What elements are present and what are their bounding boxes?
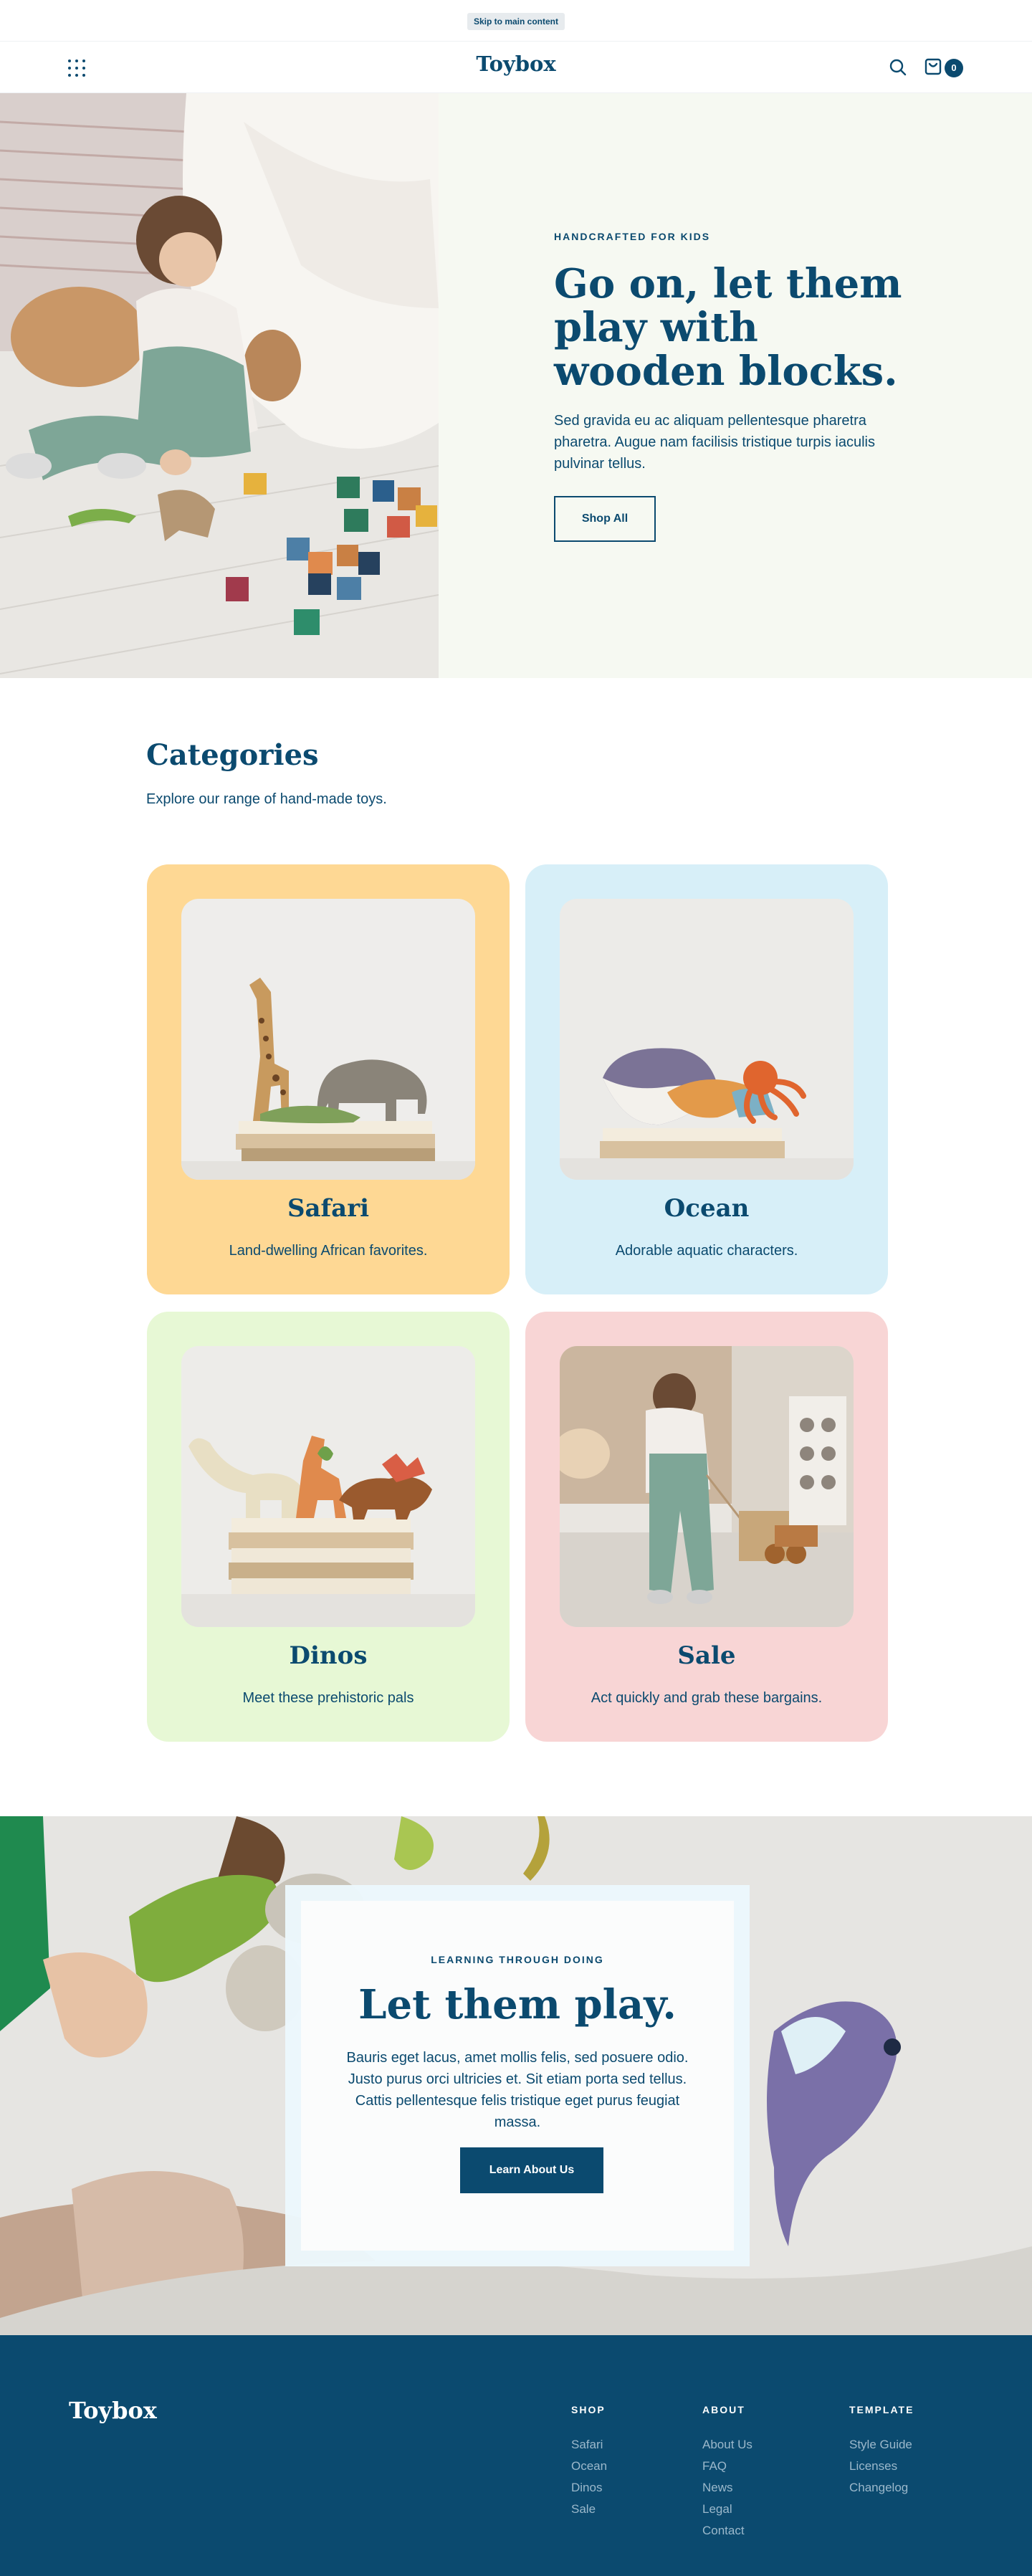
hero-title: Go on, let them play with wooden blocks. <box>554 260 902 395</box>
footer-column-title: SHOP <box>571 2404 606 2415</box>
category-title-sale: Sale <box>677 1641 736 1670</box>
learn-about-us-button[interactable]: Learn About Us <box>460 2147 603 2193</box>
footer-column-title: TEMPLATE <box>849 2404 914 2415</box>
category-title-safari: Safari <box>287 1194 370 1223</box>
site-logo[interactable]: Toybox <box>444 52 588 76</box>
categories-subtitle: Explore our range of hand-made toys. <box>146 791 387 807</box>
cart-count-badge[interactable]: 0 <box>945 59 963 77</box>
footer-column-title: ABOUT <box>702 2404 745 2415</box>
category-title-dinos: Dinos <box>289 1641 368 1670</box>
footer-column-template: TEMPLATE Style Guide Licenses Changelog <box>849 2404 914 2499</box>
footer-link-news[interactable]: News <box>702 2477 752 2499</box>
hero-description: Sed gravida eu ac aliquam pellentesque p… <box>554 413 875 472</box>
footer-logo[interactable]: Toybox <box>69 2397 157 2424</box>
footer-link-sale[interactable]: Sale <box>571 2499 607 2520</box>
footer-link-licenses[interactable]: Licenses <box>849 2456 914 2477</box>
footer-column-shop: SHOP Safari Ocean Dinos Sale <box>571 2404 607 2520</box>
category-title-ocean: Ocean <box>664 1194 750 1223</box>
footer-link-contact[interactable]: Contact <box>702 2520 752 2542</box>
category-image-sale <box>560 1346 854 1627</box>
category-card-sale[interactable]: Sale Act quickly and grab these bargains… <box>525 1312 888 1742</box>
promo-card: LEARNING THROUGH DOING Let them play. Ba… <box>285 1885 750 2266</box>
promo-card-inner: LEARNING THROUGH DOING Let them play. Ba… <box>301 1901 734 2251</box>
footer-link-safari[interactable]: Safari <box>571 2434 607 2456</box>
search-icon[interactable] <box>889 58 907 77</box>
category-desc-ocean: Adorable aquatic characters. <box>615 1243 798 1259</box>
category-desc-dinos: Meet these prehistoric pals <box>242 1690 414 1706</box>
category-image-ocean <box>560 899 854 1180</box>
category-desc-safari: Land-dwelling African favorites. <box>229 1243 428 1259</box>
category-card-dinos[interactable]: Dinos Meet these prehistoric pals <box>147 1312 510 1742</box>
footer-link-changelog[interactable]: Changelog <box>849 2477 914 2499</box>
skip-bar: Skip to main content <box>0 0 1032 42</box>
footer-link-faq[interactable]: FAQ <box>702 2456 752 2477</box>
categories-title: Categories <box>146 738 319 772</box>
footer-link-ocean[interactable]: Ocean <box>571 2456 607 2477</box>
shopping-bag-icon[interactable] <box>923 57 943 77</box>
footer-link-dinos[interactable]: Dinos <box>571 2477 607 2499</box>
grid-menu-icon[interactable] <box>67 59 86 77</box>
category-image-dinos <box>181 1346 475 1627</box>
category-card-ocean[interactable]: Ocean Adorable aquatic characters. <box>525 864 888 1294</box>
category-image-safari <box>181 899 475 1180</box>
category-card-safari[interactable]: Safari Land-dwelling African favorites. <box>147 864 510 1294</box>
promo-section: LEARNING THROUGH DOING Let them play. Ba… <box>0 1816 1032 2335</box>
promo-eyebrow: LEARNING THROUGH DOING <box>431 1954 604 1965</box>
site-header: Toybox 0 <box>0 42 1032 93</box>
hero-section: HANDCRAFTED FOR KIDS Go on, let them pla… <box>0 93 1032 678</box>
footer-link-legal[interactable]: Legal <box>702 2499 752 2520</box>
promo-title: Let them play. <box>358 1981 677 2028</box>
category-desc-sale: Act quickly and grab these bargains. <box>591 1690 823 1706</box>
promo-description: Bauris eget lacus, amet mollis felis, se… <box>346 2050 689 2130</box>
footer-column-about: ABOUT About Us FAQ News Legal Contact <box>702 2404 752 2542</box>
footer-link-style-guide[interactable]: Style Guide <box>849 2434 914 2456</box>
footer-link-about-us[interactable]: About Us <box>702 2434 752 2456</box>
skip-to-content-link[interactable]: Skip to main content <box>467 13 565 30</box>
shop-all-button[interactable]: Shop All <box>554 496 656 542</box>
site-footer: Toybox SHOP Safari Ocean Dinos Sale ABOU… <box>0 2335 1032 2576</box>
hero-eyebrow: HANDCRAFTED FOR KIDS <box>554 231 711 242</box>
hero-image-child-playing-blocks <box>0 93 439 678</box>
